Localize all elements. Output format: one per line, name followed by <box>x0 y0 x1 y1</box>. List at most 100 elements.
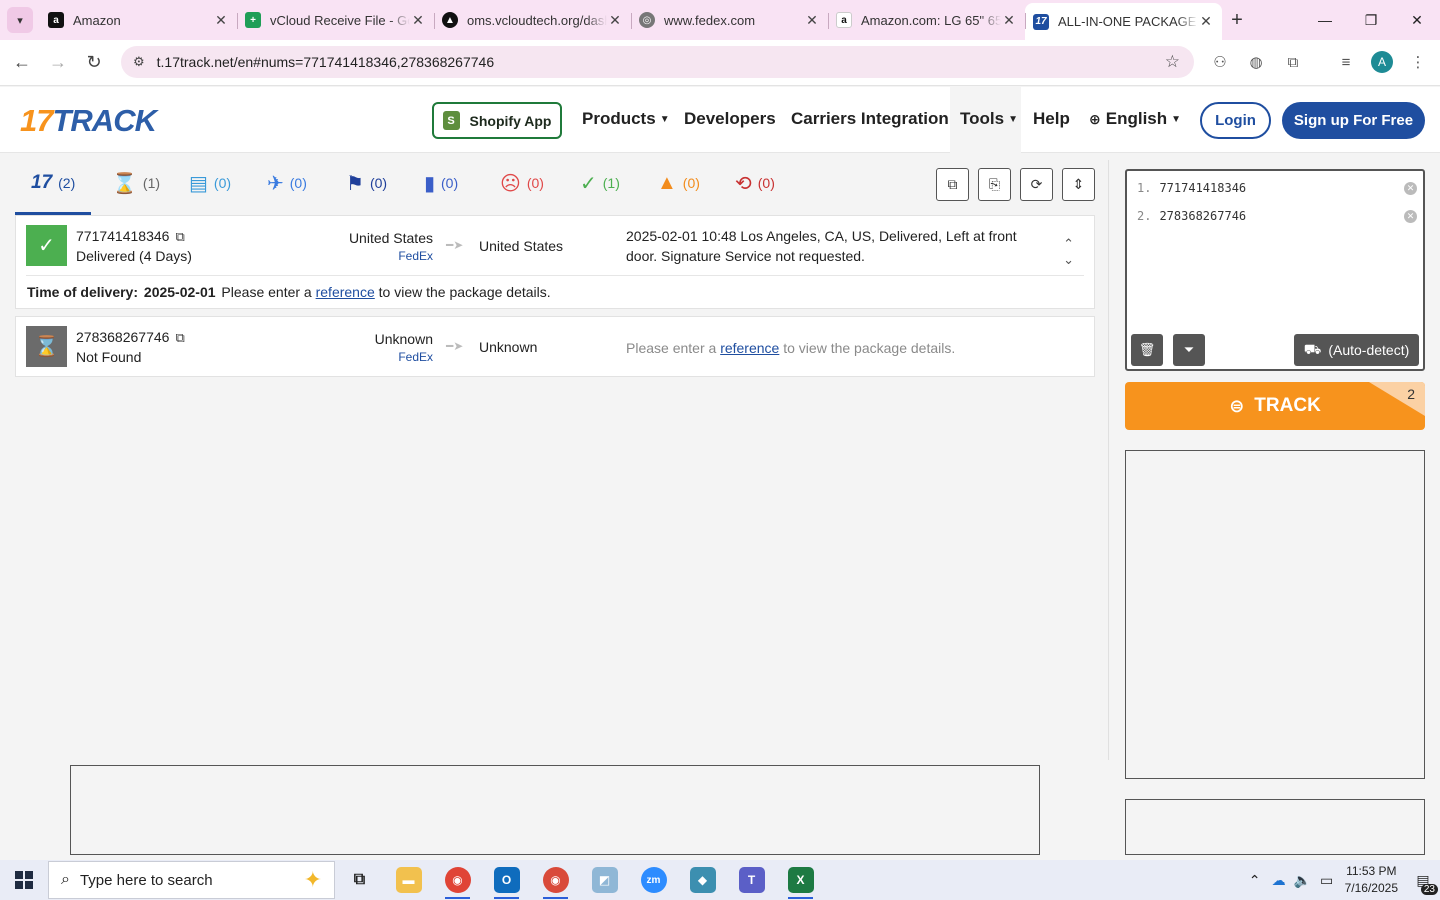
close-icon[interactable]: ✕ <box>607 12 623 29</box>
reference-link[interactable]: reference <box>720 340 779 356</box>
expand-all-button[interactable]: ⇕ <box>1062 168 1095 201</box>
delete-all-button[interactable]: 🗑 <box>1131 334 1163 366</box>
reference-link[interactable]: reference <box>316 284 375 300</box>
close-icon[interactable]: ✕ <box>804 12 820 29</box>
network-icon[interactable]: ▭ <box>1315 872 1339 889</box>
tracking-result-card[interactable]: ✓ 771741418346 ⧉ Delivered (4 Days) Unite… <box>15 215 1095 309</box>
app-icon[interactable]: ◩ <box>580 860 629 900</box>
browser-tab[interactable]: ◎ www.fedex.com ✕ <box>631 3 828 37</box>
tab-info-received[interactable]: ▤ (0) <box>189 166 231 200</box>
copy-icon[interactable]: ⧉ <box>175 229 184 244</box>
nav-products[interactable]: Products ▼ <box>582 109 670 129</box>
tab-all[interactable]: 17 (2) <box>31 166 75 200</box>
notifications-icon[interactable]: ▤ 23 <box>1406 872 1440 895</box>
url-text[interactable]: t.17track.net/en#nums=771741418346,27836… <box>157 54 494 70</box>
excel-icon[interactable]: X <box>776 860 825 900</box>
volume-icon[interactable]: 🔈 <box>1291 872 1315 889</box>
start-button[interactable] <box>0 860 48 900</box>
close-icon[interactable]: ✕ <box>1198 13 1214 30</box>
app-diamond-icon[interactable]: ◆ <box>678 860 727 900</box>
tracking-result-card[interactable]: ⌛ 278368267746 ⧉ Not Found Unknown FedEx … <box>15 316 1095 377</box>
clock[interactable]: 11:53 PM 7/16/2025 <box>1345 863 1398 897</box>
tab-search-button[interactable]: ▾ <box>0 0 40 40</box>
outlook-icon[interactable]: O <box>482 860 531 900</box>
browser-tab-active[interactable]: 17 ALL-IN-ONE PACKAGE TRACKING ✕ <box>1025 3 1222 40</box>
close-window-button[interactable]: ✕ <box>1394 0 1440 40</box>
nav-carriers-integration[interactable]: Carriers Integration <box>791 109 949 129</box>
profile-button[interactable]: A <box>1368 48 1396 76</box>
tab-expired[interactable]: ⟲ (0) <box>735 166 775 200</box>
close-icon[interactable]: ✕ <box>410 12 426 29</box>
divider <box>26 275 1084 276</box>
minimize-button[interactable]: — <box>1302 0 1348 40</box>
copy-all-button[interactable]: ⎘ <box>978 168 1011 201</box>
carrier-link[interactable]: FedEx <box>398 350 433 364</box>
translate-icon[interactable]: ◍ <box>1242 48 1270 76</box>
tracking-numbers-input[interactable]: 1. 771741418346 ✕ 2. 278368267746 ✕ 🗑 ⏷ ⛟ (… <box>1125 169 1425 371</box>
tab-alert[interactable]: ▲ (0) <box>657 166 700 200</box>
notification-count: 23 <box>1420 883 1438 895</box>
media-control-icon[interactable]: ≡ <box>1332 48 1360 76</box>
copy-icon: ⧉ <box>947 176 958 192</box>
shopify-app-button[interactable]: S Shopify App <box>432 102 562 139</box>
file-explorer-icon[interactable]: ▬ <box>384 860 433 900</box>
refresh-button[interactable]: ⟳ <box>1020 168 1053 201</box>
chevron-up-icon[interactable]: ⌃ <box>1243 872 1267 889</box>
amazon-icon: a <box>836 12 852 28</box>
carrier-autodetect-button[interactable]: ⛟ (Auto-detect) <box>1294 334 1419 366</box>
close-icon[interactable]: ✕ <box>1001 12 1017 29</box>
teams-icon[interactable]: T <box>727 860 776 900</box>
copy-button[interactable]: ⧉ <box>936 168 969 201</box>
browser-menu-icon[interactable]: ⋮ <box>1404 48 1432 76</box>
tab-out-for-delivery[interactable]: ▮ (0) <box>424 166 458 200</box>
site-info-icon[interactable]: ⚙ <box>133 54 145 70</box>
language-selector[interactable]: ⊕ English ▼ <box>1089 109 1181 129</box>
reload-button[interactable]: ↻ <box>76 45 112 81</box>
copy-icon[interactable]: ⧉ <box>175 330 184 345</box>
login-button[interactable]: Login <box>1200 102 1271 139</box>
tab-undelivered[interactable]: ☹ (0) <box>500 166 544 200</box>
nav-tools[interactable]: Tools ▼ <box>960 109 1018 129</box>
expand-details-icon[interactable]: ⌃ ⌄ <box>1063 236 1074 268</box>
onedrive-cloud-icon[interactable]: ☁ <box>1267 872 1291 889</box>
forward-button[interactable]: → <box>40 45 76 81</box>
browser-tab[interactable]: + vCloud Receive File - Google Sheets ✕ <box>237 3 434 37</box>
clock-time: 11:53 PM <box>1346 864 1397 878</box>
filter-button[interactable]: ⏷ <box>1173 334 1205 366</box>
clear-line-icon[interactable]: ✕ <box>1404 210 1417 223</box>
address-bar[interactable]: ⚙ t.17track.net/en#nums=771741418346,278… <box>121 46 1194 78</box>
tab-pick-up[interactable]: ⚑ (0) <box>346 166 387 200</box>
close-icon[interactable]: ✕ <box>213 12 229 29</box>
taskbar-search[interactable]: ⌕ Type here to search ✦ <box>48 861 335 899</box>
zoom-icon[interactable]: zm <box>629 860 678 900</box>
chrome-profile-icon[interactable]: ◉ <box>531 860 580 900</box>
ad-slot-bottom <box>70 765 1040 855</box>
clear-line-icon[interactable]: ✕ <box>1404 182 1417 195</box>
tracking-number[interactable]: 278368267746 ⧉ <box>76 329 185 346</box>
chrome-icon[interactable]: ◉ <box>433 860 482 900</box>
nav-help[interactable]: Help <box>1033 109 1070 129</box>
check-icon: ✓ <box>580 172 597 195</box>
browser-tab[interactable]: ▲ oms.vcloudtech.org/dashboard ✕ <box>434 3 631 37</box>
signup-button[interactable]: Sign up For Free <box>1282 102 1425 139</box>
bookmark-star-icon[interactable]: ☆ <box>1165 52 1180 72</box>
input-line[interactable]: 2. 278368267746 <box>1137 209 1417 223</box>
restore-button[interactable]: ❐ <box>1348 0 1394 40</box>
nav-developers[interactable]: Developers <box>684 109 776 129</box>
carrier-link[interactable]: FedEx <box>398 249 433 263</box>
17track-logo[interactable]: 17TRACK <box>20 103 157 139</box>
extensions-puzzle-icon[interactable]: ⧉ <box>1279 48 1307 76</box>
new-tab-button[interactable]: + <box>1222 3 1252 37</box>
input-line[interactable]: 1. 771741418346 <box>1137 181 1417 195</box>
browser-tab[interactable]: a Amazon ✕ <box>40 3 237 37</box>
back-button[interactable]: ← <box>4 45 40 81</box>
tracking-number[interactable]: 771741418346 ⧉ <box>76 228 185 245</box>
extension-icon[interactable]: ⚇ <box>1206 48 1234 76</box>
latest-event: 2025-02-01 10:48 Los Angeles, CA, US, De… <box>626 228 1017 264</box>
track-button[interactable]: ⊜ TRACK 2 <box>1125 382 1425 430</box>
task-view-icon[interactable]: ⧉ <box>335 860 384 900</box>
tab-not-found[interactable]: ⌛ (1) <box>112 166 160 200</box>
browser-tab[interactable]: a Amazon.com: LG 65" 65 Class ✕ <box>828 3 1025 37</box>
tab-delivered[interactable]: ✓ (1) <box>580 166 620 200</box>
tab-in-transit[interactable]: ✈ (0) <box>267 166 307 200</box>
